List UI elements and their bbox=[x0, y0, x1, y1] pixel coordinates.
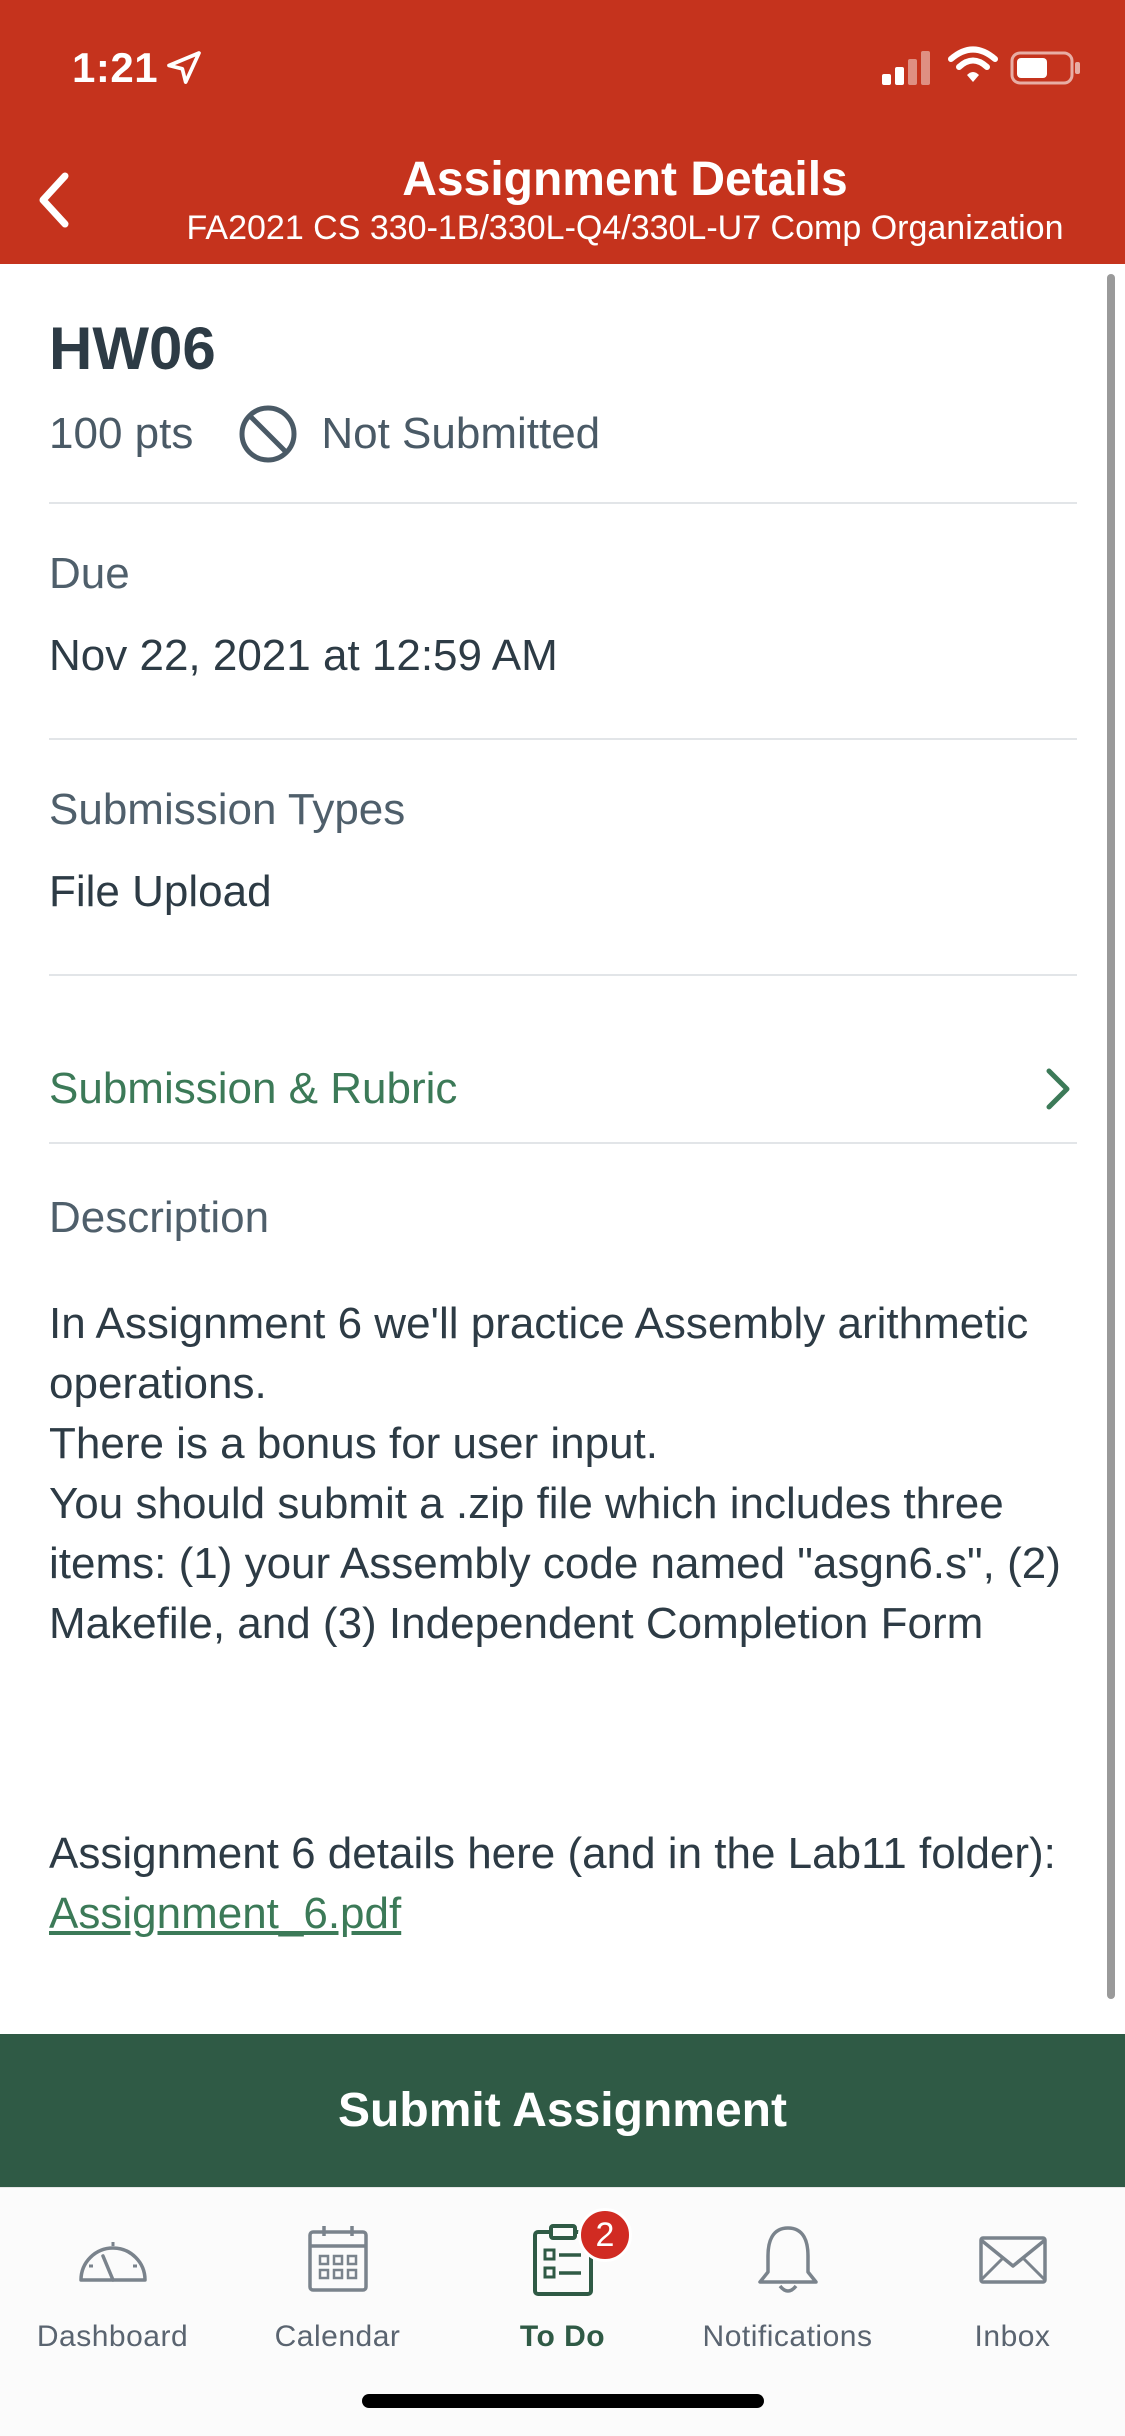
assignment-name: HW06 bbox=[49, 315, 216, 382]
divider bbox=[49, 974, 1077, 976]
battery-icon bbox=[1010, 51, 1080, 85]
divider bbox=[49, 1142, 1077, 1144]
submission-status: Not Submitted bbox=[321, 409, 601, 458]
status-time: 1:21 bbox=[72, 44, 159, 91]
submission-rubric-link[interactable]: Submission & Rubric bbox=[49, 1029, 1077, 1149]
details-prefix: Assignment 6 details here (and in the La… bbox=[49, 1829, 1056, 1878]
assignment-details-paragraph: Assignment 6 details here (and in the La… bbox=[49, 1824, 1077, 1944]
tab-label: Calendar bbox=[274, 2320, 401, 2353]
divider bbox=[49, 738, 1077, 740]
description-line: There is a bonus for user input. bbox=[49, 1419, 658, 1468]
tab-label: Notifications bbox=[702, 2320, 873, 2353]
location-arrow-icon bbox=[167, 51, 201, 84]
page-title: Assignment Details bbox=[402, 153, 848, 206]
points-value: 100 pts bbox=[49, 409, 194, 458]
status-bar: 1:21 bbox=[0, 0, 1125, 140]
mail-icon bbox=[978, 2236, 1047, 2284]
assignment-meta: 100 pts Not Submitted bbox=[49, 394, 1077, 474]
dashboard-icon bbox=[78, 2242, 147, 2282]
submit-assignment-button[interactable]: Submit Assignment bbox=[0, 2034, 1125, 2187]
course-subtitle: FA2021 CS 330-1B/330L-Q4/330L-U7 Comp Or… bbox=[186, 209, 1064, 247]
chevron-left-icon bbox=[39, 172, 69, 228]
tab-label: Inbox bbox=[974, 2320, 1051, 2353]
chevron-right-icon bbox=[1046, 1068, 1070, 1110]
assignment-details-scroll[interactable]: HW06 100 pts Not Submitted Due Nov 22, 2… bbox=[0, 264, 1125, 2034]
todo-count-badge: 2 bbox=[578, 2208, 632, 2262]
tab-calendar[interactable]: Calendar bbox=[225, 2208, 450, 2378]
bell-icon bbox=[757, 2226, 818, 2293]
scrollbar[interactable] bbox=[1107, 274, 1115, 1999]
description-label: Description bbox=[49, 1193, 270, 1242]
submission-types-value: File Upload bbox=[49, 867, 272, 916]
due-label: Due bbox=[49, 549, 130, 598]
tab-dashboard[interactable]: Dashboard bbox=[0, 2208, 225, 2378]
home-indicator bbox=[362, 2394, 764, 2408]
tab-label: To Do bbox=[519, 2320, 606, 2353]
wifi-icon bbox=[948, 46, 998, 82]
navigation-header: 1:21 Assignment Details FA2021 CS 330-1B… bbox=[0, 0, 1125, 264]
submission-rubric-label: Submission & Rubric bbox=[49, 1064, 458, 1113]
divider bbox=[49, 502, 1077, 504]
description-line: In Assignment 6 we'll practice Assembly … bbox=[49, 1299, 1029, 1408]
tab-todo[interactable]: 2 To Do bbox=[450, 2208, 675, 2378]
description-body: In Assignment 6 we'll practice Assembly … bbox=[49, 1294, 1077, 1654]
not-submitted-icon bbox=[239, 405, 297, 463]
tab-inbox[interactable]: Inbox bbox=[900, 2208, 1125, 2378]
tab-notifications[interactable]: Notifications bbox=[675, 2208, 900, 2378]
due-date: Nov 22, 2021 at 12:59 AM bbox=[49, 631, 558, 680]
tab-label: Dashboard bbox=[36, 2320, 189, 2353]
description-line: You should submit a .zip file which incl… bbox=[49, 1479, 1061, 1648]
cellular-signal-icon bbox=[882, 51, 930, 85]
calendar-icon bbox=[307, 2226, 368, 2292]
assignment-pdf-link[interactable]: Assignment_6.pdf bbox=[49, 1889, 401, 1938]
submission-types-label: Submission Types bbox=[49, 785, 406, 834]
back-button[interactable] bbox=[18, 160, 88, 240]
